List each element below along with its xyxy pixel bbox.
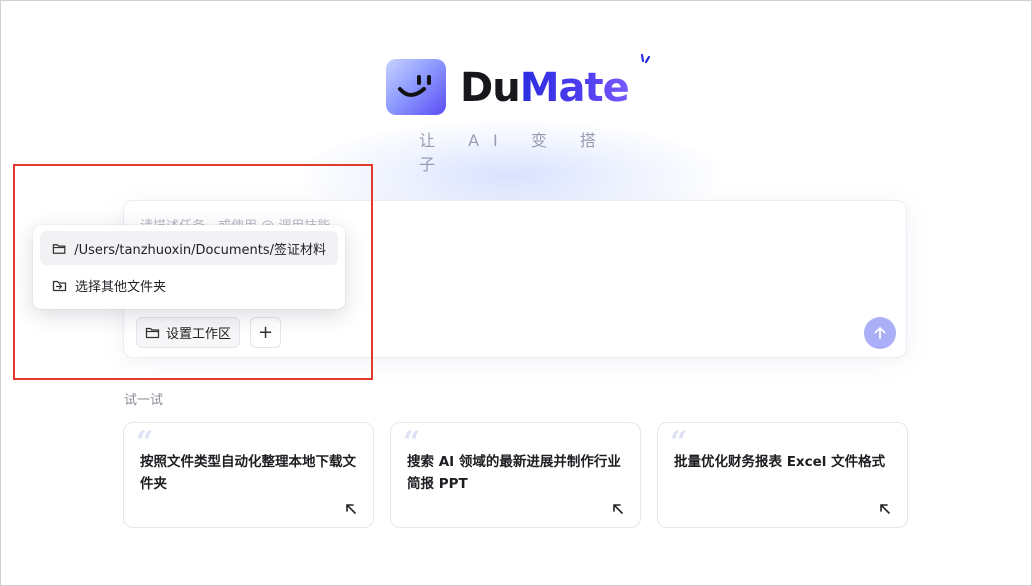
smile-face-icon bbox=[386, 59, 446, 115]
brand-name-prefix: Du bbox=[460, 65, 521, 111]
suggestion-card-text: 批量优化财务报表 Excel 文件格式 bbox=[674, 454, 886, 470]
send-button[interactable] bbox=[864, 317, 896, 349]
brand-tagline: 让 AI 变 搭 子 bbox=[419, 131, 610, 174]
suggestion-card-text: 搜索 AI 领域的最新进展并制作行业简报 PPT bbox=[407, 454, 621, 492]
brand-name: DuMate bbox=[460, 63, 630, 113]
brand-name-accent: Mate bbox=[519, 65, 630, 111]
arrow-up-left-icon bbox=[880, 504, 890, 514]
annotation-highlight-box bbox=[13, 164, 373, 380]
sparkle-icon bbox=[640, 53, 651, 64]
arrow-up-left-icon bbox=[346, 504, 356, 514]
suggestion-card-text: 按照文件类型自动化整理本地下载文件夹 bbox=[140, 454, 356, 492]
dumate-logo: DuMate bbox=[386, 53, 656, 119]
try-section-label: 试一试 bbox=[124, 393, 164, 408]
arrow-up-left-icon bbox=[613, 504, 623, 514]
suggestion-card-2[interactable]: “ 搜索 AI 领域的最新进展并制作行业简报 PPT bbox=[390, 422, 641, 528]
app-window: DuMate 让 AI 变 搭 子 请描述任务，或使用 @ 调用技能 设置工作区… bbox=[0, 0, 1032, 586]
suggestion-card-1[interactable]: “ 按照文件类型自动化整理本地下载文件夹 bbox=[123, 422, 374, 528]
suggestion-card-3[interactable]: “ 批量优化财务报表 Excel 文件格式 bbox=[657, 422, 908, 528]
arrow-up-icon bbox=[874, 327, 886, 339]
